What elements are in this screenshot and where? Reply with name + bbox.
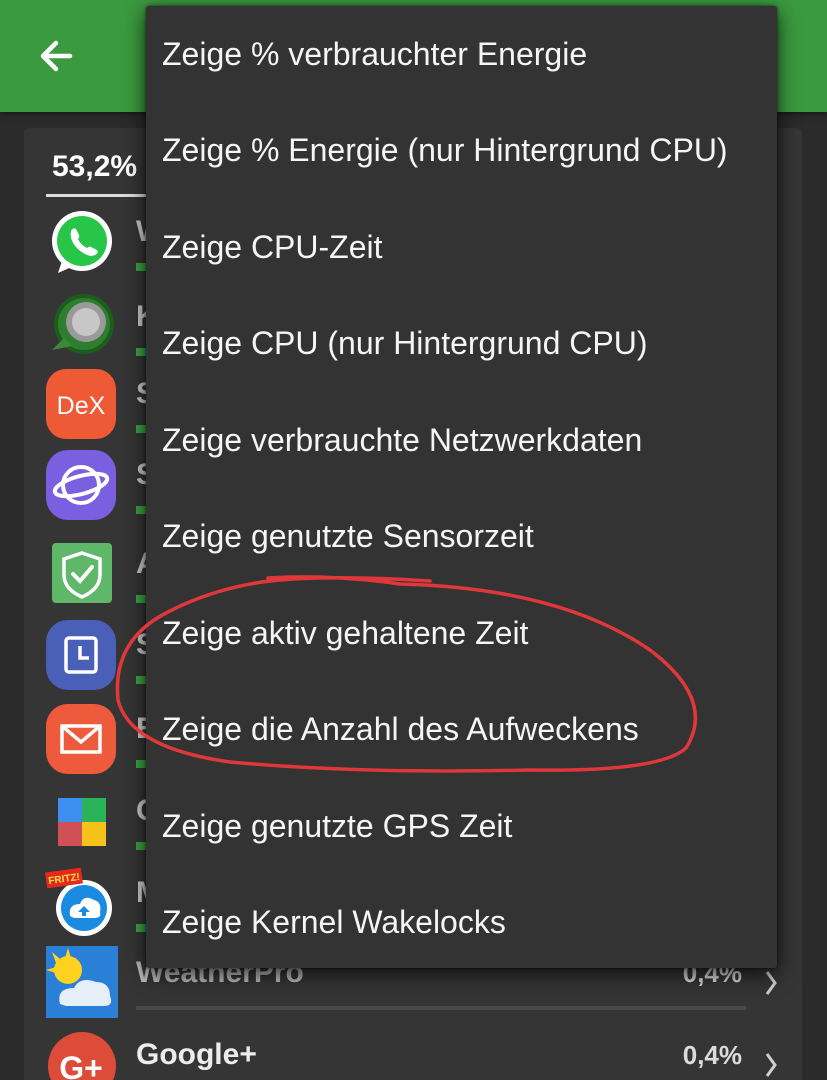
arrow-left-icon bbox=[40, 40, 73, 72]
menu-item-kernel-wakelocks[interactable]: Zeige Kernel Wakelocks bbox=[146, 875, 777, 972]
menu-item-energy-background-cpu[interactable]: Zeige % Energie (nur Hintergrund CPU) bbox=[146, 103, 777, 200]
sort-options-menu: Zeige % verbrauchter Energie Zeige % Ene… bbox=[146, 6, 777, 968]
myfritz-icon: FRITZ! bbox=[45, 867, 112, 936]
google-plus-icon: G+ bbox=[48, 1032, 116, 1080]
whatsapp-icon bbox=[52, 211, 112, 273]
menu-item-energy-percent[interactable]: Zeige % verbrauchter Energie bbox=[146, 6, 777, 103]
menu-item-sensor-time[interactable]: Zeige genutzte Sensorzeit bbox=[146, 489, 777, 586]
shield-check-icon bbox=[52, 543, 112, 603]
usage-percent: 0,4% bbox=[682, 1040, 742, 1070]
total-percent: 53,2% bbox=[52, 150, 138, 183]
list-item[interactable]: G+ Google+ 0,4% bbox=[44, 1026, 784, 1080]
menu-item-cpu-time[interactable]: Zeige CPU-Zeit bbox=[146, 199, 777, 296]
menu-item-network-data[interactable]: Zeige verbrauchte Netzwerkdaten bbox=[146, 392, 777, 489]
svg-text:DeX: DeX bbox=[57, 392, 106, 420]
email-icon bbox=[46, 704, 116, 774]
weatherpro-icon bbox=[46, 946, 118, 1018]
back-button[interactable] bbox=[30, 30, 82, 82]
play-services-icon bbox=[58, 798, 106, 846]
menu-item-keep-awake-time[interactable]: Zeige aktiv gehaltene Zeit bbox=[146, 585, 777, 682]
menu-item-wakeup-count[interactable]: Zeige die Anzahl des Aufweckens bbox=[146, 682, 777, 779]
svg-text:G+: G+ bbox=[59, 1050, 103, 1080]
kernel-app-icon bbox=[52, 294, 114, 354]
chevron-right-icon bbox=[765, 971, 777, 995]
menu-item-gps-time[interactable]: Zeige genutzte GPS Zeit bbox=[146, 778, 777, 875]
samsung-dex-icon: DeX bbox=[46, 369, 116, 439]
chevron-right-icon bbox=[765, 1053, 777, 1077]
app-name: Google+ bbox=[136, 1038, 257, 1071]
usage-bar bbox=[136, 1006, 746, 1010]
menu-item-cpu-background[interactable]: Zeige CPU (nur Hintergrund CPU) bbox=[146, 296, 777, 393]
clock-app-icon bbox=[46, 620, 116, 690]
samsung-internet-icon bbox=[46, 450, 116, 520]
